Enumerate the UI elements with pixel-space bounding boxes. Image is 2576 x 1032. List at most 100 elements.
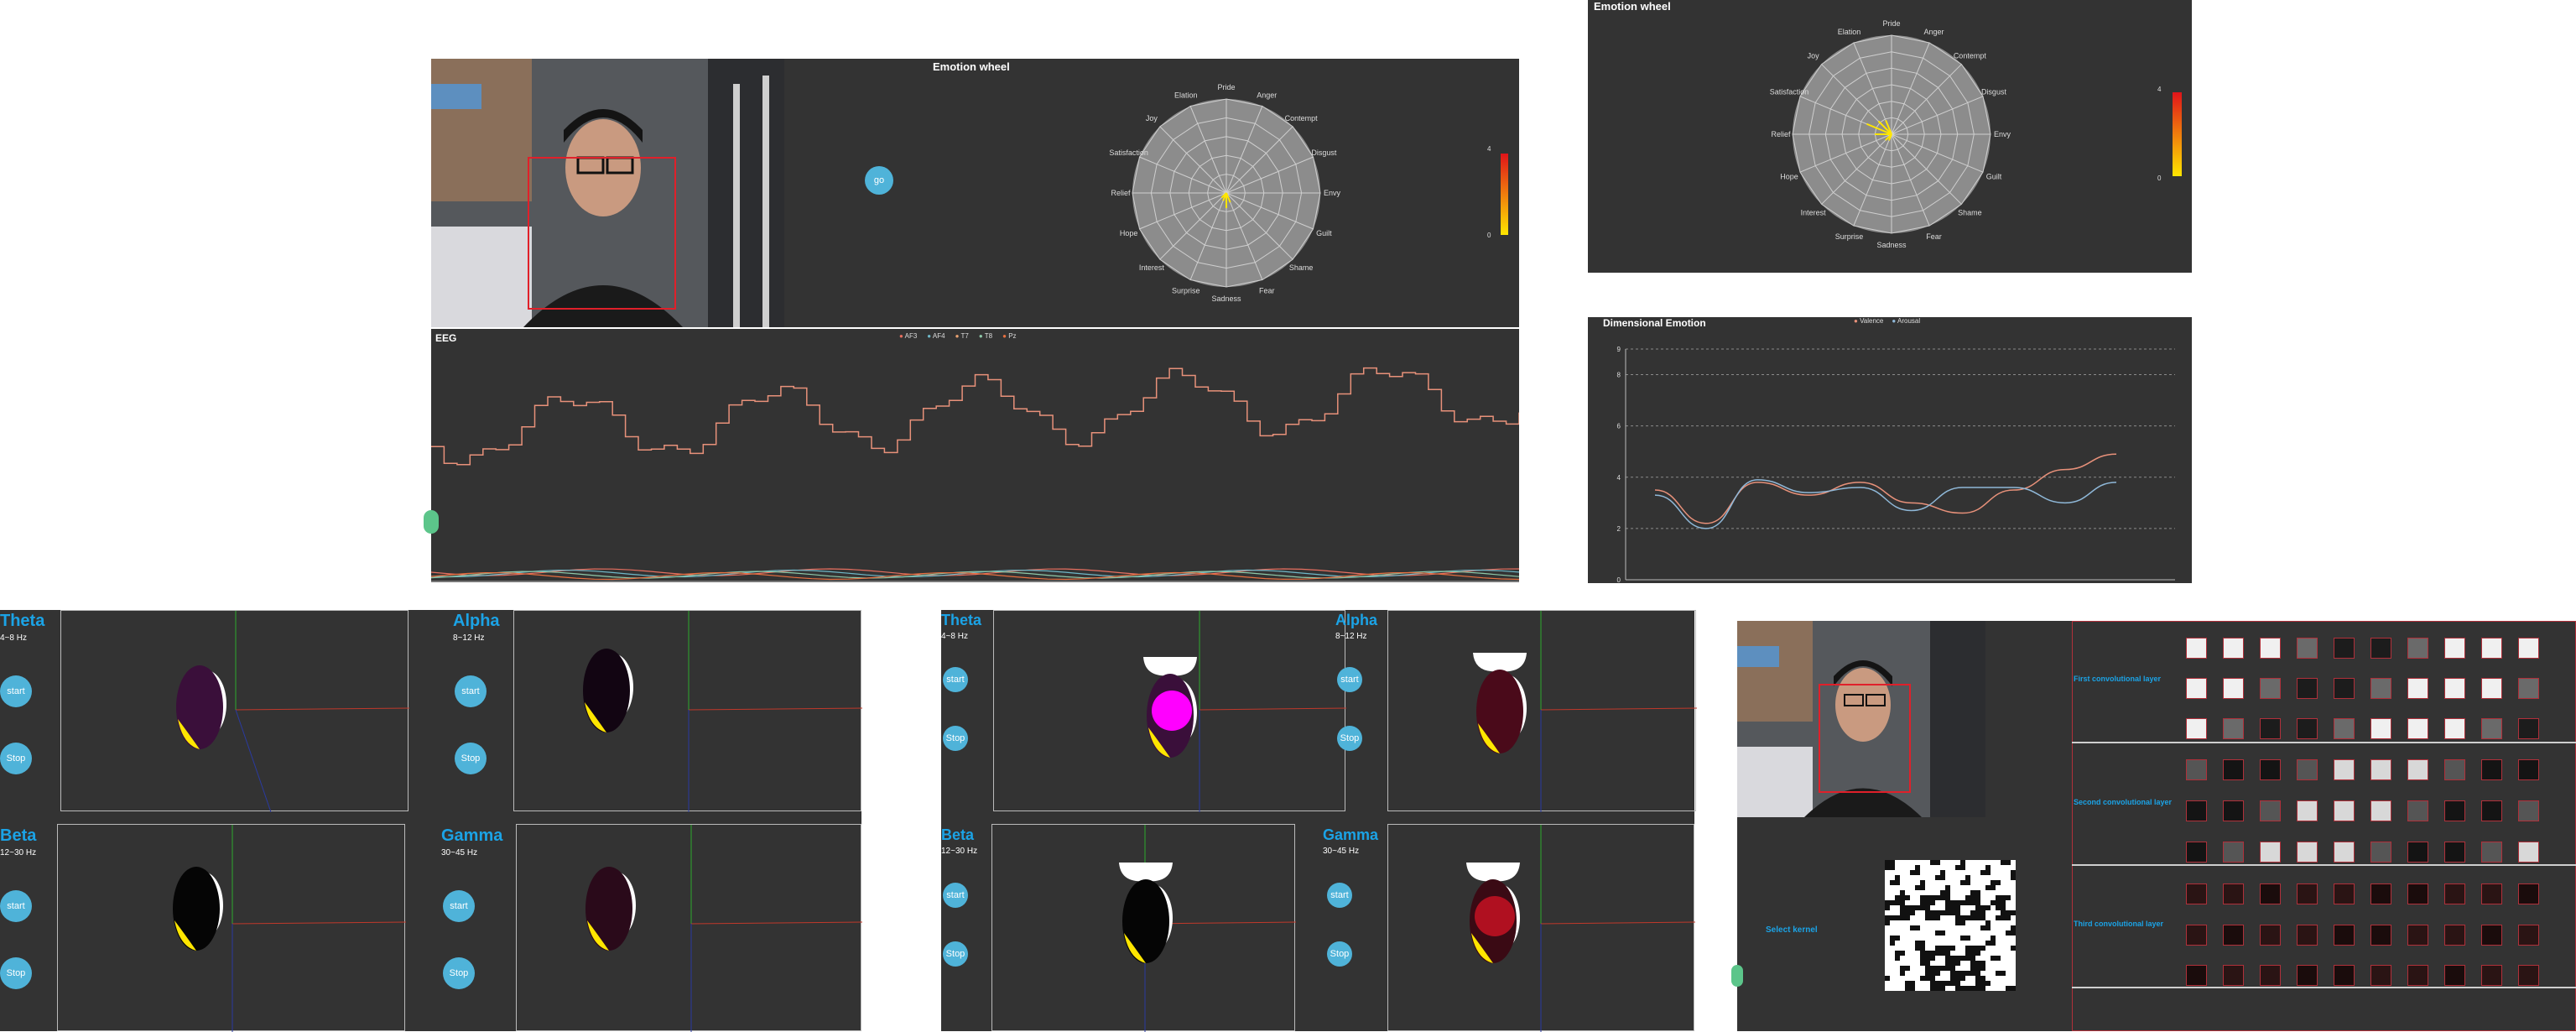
conv-kernel[interactable] — [2481, 883, 2502, 904]
eeg-toggle-button[interactable] — [424, 510, 439, 534]
conv-kernel[interactable] — [2444, 718, 2465, 739]
conv-kernel[interactable] — [2260, 718, 2281, 739]
conv-kernel[interactable] — [2223, 638, 2244, 659]
conv-kernel[interactable] — [2297, 759, 2318, 780]
conv-kernel[interactable] — [2334, 638, 2355, 659]
legend-item[interactable]: ● Pz — [1002, 332, 1016, 340]
conv-kernel[interactable] — [2444, 842, 2465, 863]
conv-kernel[interactable] — [2260, 883, 2281, 904]
cnn-toggle-button[interactable] — [1731, 965, 1743, 987]
conv-kernel[interactable] — [2186, 678, 2207, 699]
conv-kernel[interactable] — [2186, 759, 2207, 780]
conv-kernel[interactable] — [2223, 883, 2244, 904]
conv-kernel[interactable] — [2186, 925, 2207, 946]
conv-kernel[interactable] — [2444, 965, 2465, 986]
conv-kernel[interactable] — [2518, 800, 2539, 821]
legend-item[interactable]: ● T7 — [955, 332, 969, 340]
stop-button-alpha[interactable]: Stop — [1337, 726, 1362, 751]
conv-kernel[interactable] — [2407, 759, 2428, 780]
conv-kernel[interactable] — [2223, 842, 2244, 863]
start-button-gamma[interactable]: start — [1327, 883, 1352, 908]
conv-kernel[interactable] — [2223, 759, 2244, 780]
conv-kernel[interactable] — [2518, 925, 2539, 946]
conv-kernel[interactable] — [2297, 638, 2318, 659]
conv-kernel[interactable] — [2518, 718, 2539, 739]
conv-kernel[interactable] — [2518, 759, 2539, 780]
conv-kernel[interactable] — [2407, 965, 2428, 986]
conv-kernel[interactable] — [2186, 800, 2207, 821]
conv-kernel[interactable] — [2297, 883, 2318, 904]
conv-kernel[interactable] — [2297, 842, 2318, 863]
start-button-theta[interactable]: start — [943, 667, 968, 692]
conv-kernel[interactable] — [2518, 678, 2539, 699]
conv-kernel[interactable] — [2186, 965, 2207, 986]
conv-kernel[interactable] — [2297, 965, 2318, 986]
legend-item[interactable]: ● T8 — [979, 332, 992, 340]
conv-kernel[interactable] — [2186, 718, 2207, 739]
legend-item[interactable]: ● AF4 — [927, 332, 945, 340]
start-button-theta[interactable]: start — [0, 675, 32, 707]
conv-kernel[interactable] — [2223, 925, 2244, 946]
conv-kernel[interactable] — [2297, 718, 2318, 739]
stop-button-theta[interactable]: Stop — [0, 743, 32, 774]
conv-kernel[interactable] — [2481, 759, 2502, 780]
conv-kernel[interactable] — [2370, 678, 2391, 699]
conv-kernel[interactable] — [2370, 718, 2391, 739]
conv-kernel[interactable] — [2334, 759, 2355, 780]
conv-kernel[interactable] — [2481, 718, 2502, 739]
conv-kernel[interactable] — [2186, 638, 2207, 659]
conv-kernel[interactable] — [2518, 638, 2539, 659]
conv-kernel[interactable] — [2370, 965, 2391, 986]
conv-kernel[interactable] — [2407, 638, 2428, 659]
conv-kernel[interactable] — [2260, 842, 2281, 863]
conv-kernel[interactable] — [2370, 925, 2391, 946]
conv-kernel[interactable] — [2518, 883, 2539, 904]
conv-kernel[interactable] — [2481, 800, 2502, 821]
conv-kernel[interactable] — [2334, 678, 2355, 699]
conv-kernel[interactable] — [2223, 718, 2244, 739]
go-button[interactable]: go — [865, 166, 893, 195]
conv-kernel[interactable] — [2444, 759, 2465, 780]
conv-kernel[interactable] — [2186, 883, 2207, 904]
stop-button-alpha[interactable]: Stop — [455, 743, 487, 774]
conv-kernel[interactable] — [2444, 678, 2465, 699]
conv-kernel[interactable] — [2297, 925, 2318, 946]
conv-kernel[interactable] — [2481, 925, 2502, 946]
conv-kernel[interactable] — [2518, 965, 2539, 986]
conv-kernel[interactable] — [2444, 925, 2465, 946]
conv-kernel[interactable] — [2481, 638, 2502, 659]
conv-kernel[interactable] — [2223, 800, 2244, 821]
start-button-beta[interactable]: start — [0, 890, 32, 922]
conv-kernel[interactable] — [2444, 638, 2465, 659]
conv-kernel[interactable] — [2518, 842, 2539, 863]
conv-kernel[interactable] — [2407, 678, 2428, 699]
conv-kernel[interactable] — [2334, 965, 2355, 986]
stop-button-beta[interactable]: Stop — [0, 957, 32, 989]
conv-kernel[interactable] — [2260, 965, 2281, 986]
stop-button-gamma[interactable]: Stop — [443, 957, 475, 989]
conv-kernel[interactable] — [2370, 842, 2391, 863]
conv-kernel[interactable] — [2370, 638, 2391, 659]
conv-kernel[interactable] — [2407, 718, 2428, 739]
conv-kernel[interactable] — [2444, 800, 2465, 821]
conv-kernel[interactable] — [2223, 678, 2244, 699]
conv-kernel[interactable] — [2297, 678, 2318, 699]
legend-item[interactable]: ● AF3 — [899, 332, 917, 340]
conv-kernel[interactable] — [2260, 759, 2281, 780]
conv-kernel[interactable] — [2334, 800, 2355, 821]
stop-button-beta[interactable]: Stop — [943, 941, 968, 967]
conv-kernel[interactable] — [2370, 800, 2391, 821]
conv-kernel[interactable] — [2223, 965, 2244, 986]
conv-kernel[interactable] — [2260, 800, 2281, 821]
start-button-beta[interactable]: start — [943, 883, 968, 908]
conv-kernel[interactable] — [2334, 883, 2355, 904]
conv-kernel[interactable] — [2186, 842, 2207, 863]
conv-kernel[interactable] — [2407, 925, 2428, 946]
conv-kernel[interactable] — [2370, 883, 2391, 904]
conv-kernel[interactable] — [2481, 965, 2502, 986]
conv-kernel[interactable] — [2260, 678, 2281, 699]
conv-kernel[interactable] — [2481, 678, 2502, 699]
conv-kernel[interactable] — [2444, 883, 2465, 904]
start-button-alpha[interactable]: start — [455, 675, 487, 707]
conv-kernel[interactable] — [2407, 800, 2428, 821]
